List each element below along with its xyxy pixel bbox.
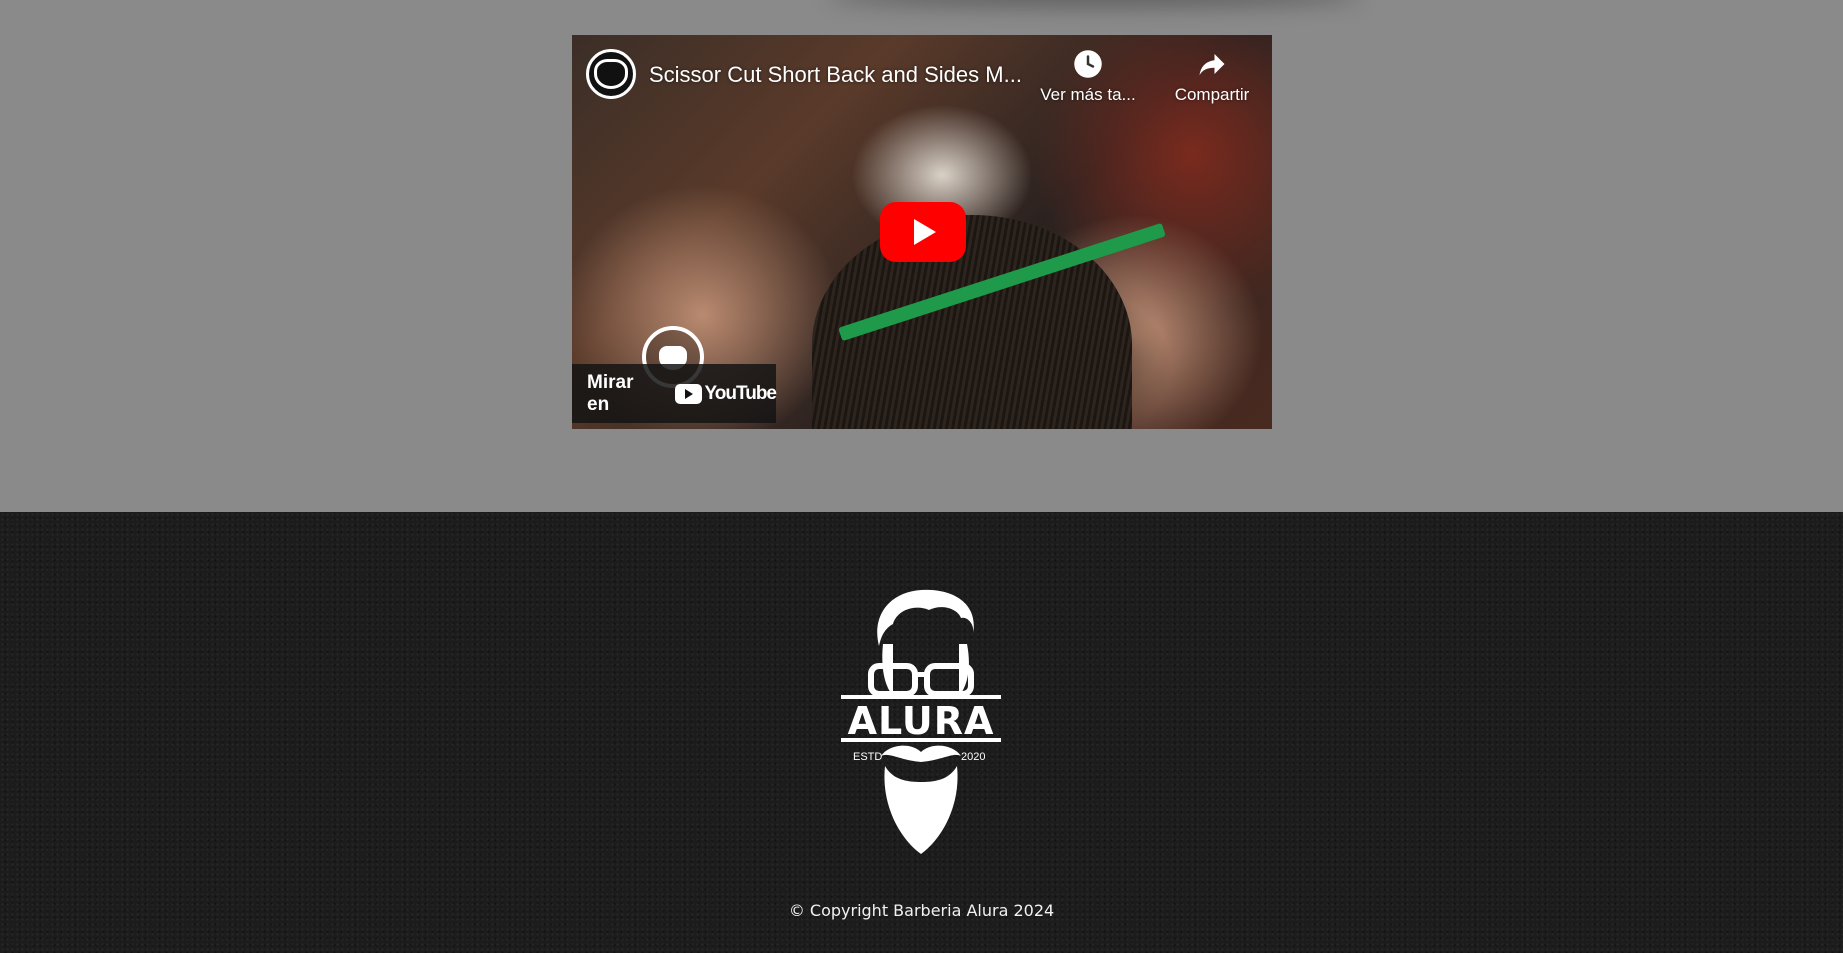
watch-later-label: Ver más ta... bbox=[1040, 85, 1136, 104]
alura-barber-logo: ALURA ESTD 2020 bbox=[841, 589, 1001, 854]
play-icon bbox=[914, 219, 936, 245]
svg-text:ALURA: ALURA bbox=[848, 699, 995, 743]
watch-later-button[interactable]: Ver más ta... bbox=[1038, 49, 1138, 105]
share-label: Compartir bbox=[1174, 85, 1250, 104]
youtube-play-icon bbox=[674, 383, 702, 404]
youtube-wordmark: YouTube bbox=[704, 382, 777, 404]
video-title[interactable]: Scissor Cut Short Back and Sides M... bbox=[649, 62, 1029, 88]
svg-text:2020: 2020 bbox=[961, 751, 985, 763]
youtube-video-embed[interactable]: Scissor Cut Short Back and Sides M... Ve… bbox=[572, 35, 1272, 429]
watch-on-youtube-button[interactable]: Mirar en YouTube bbox=[572, 364, 777, 423]
channel-avatar[interactable] bbox=[586, 49, 636, 99]
play-button[interactable] bbox=[880, 202, 966, 262]
clock-icon bbox=[1074, 50, 1102, 78]
share-arrow-icon bbox=[1199, 54, 1225, 76]
share-button[interactable]: Compartir bbox=[1162, 49, 1262, 105]
svg-text:ESTD: ESTD bbox=[853, 751, 882, 763]
watch-on-label: Mirar en bbox=[587, 371, 634, 415]
youtube-logo: YouTube bbox=[674, 382, 777, 405]
copyright-text: © Copyright Barberia Alura 2024 bbox=[788, 901, 1055, 920]
beard-icon bbox=[594, 59, 628, 89]
